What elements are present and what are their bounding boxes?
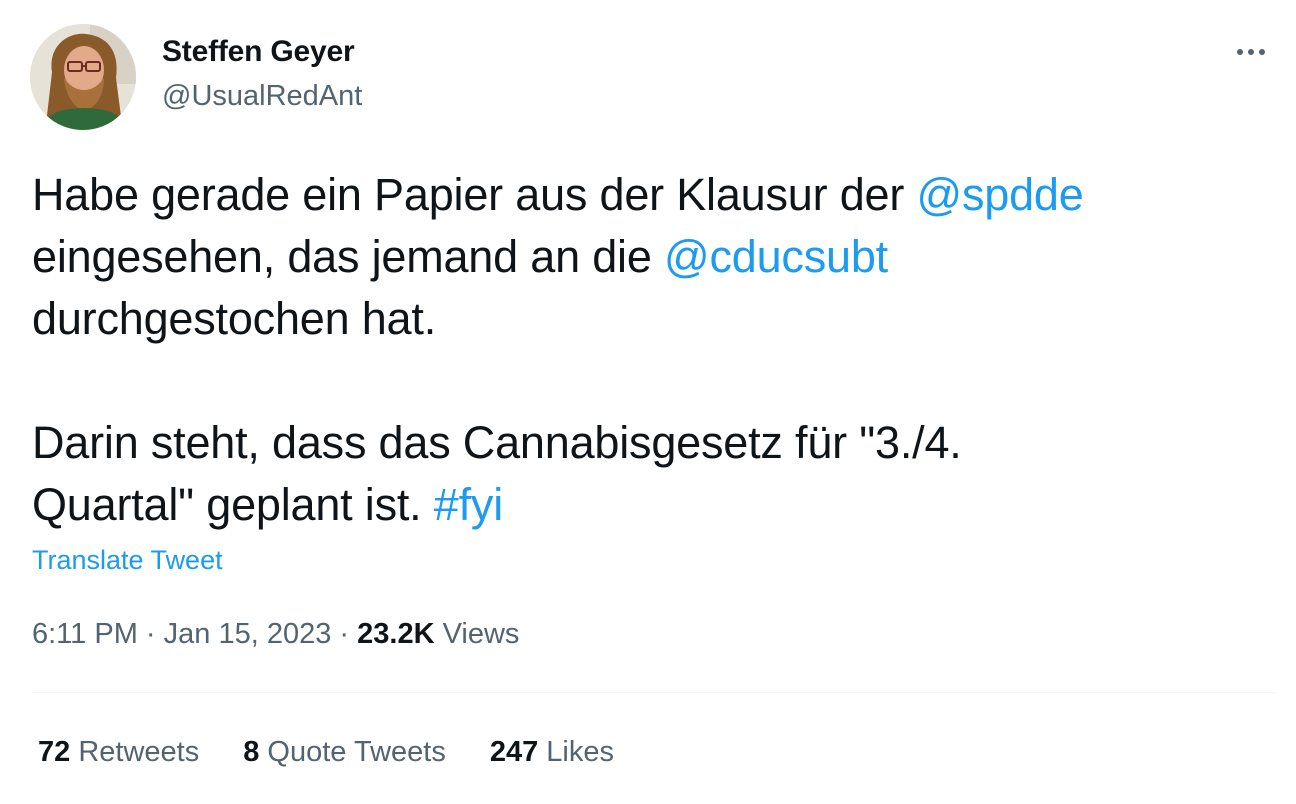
tweet-text-line: Darin steht, dass das Cannabisgesetz für…	[32, 417, 962, 468]
meta-separator: ·	[137, 618, 164, 650]
paragraph-break	[32, 350, 1262, 412]
tweet-date[interactable]: Jan 15, 2023	[164, 618, 332, 650]
author-display-name[interactable]: Steffen Geyer	[162, 32, 362, 72]
tweet-text: Habe gerade ein Papier aus der Klausur d…	[32, 164, 1262, 536]
views-count: 23.2K	[357, 618, 435, 650]
more-horizontal-icon-dot	[1248, 49, 1254, 55]
views-label: Views	[434, 618, 520, 650]
author-info: Steffen Geyer @UsualRedAnt	[162, 32, 362, 116]
quote-tweets-stat[interactable]: 8 Quote Tweets	[243, 732, 446, 772]
mention-link-spdde[interactable]: @spdde	[916, 169, 1083, 220]
tweet-card: Steffen Geyer @UsualRedAnt Habe gerade e…	[0, 0, 1296, 804]
likes-label: Likes	[538, 736, 614, 768]
likes-stat[interactable]: 247 Likes	[490, 732, 614, 772]
tweet-text-line: Habe gerade ein Papier aus der Klausur d…	[32, 164, 1262, 226]
quote-tweets-label: Quote Tweets	[259, 736, 446, 768]
author-handle[interactable]: @UsualRedAnt	[162, 76, 362, 116]
more-horizontal-icon	[1237, 49, 1243, 55]
retweets-stat[interactable]: 72 Retweets	[38, 732, 199, 772]
retweets-count: 72	[38, 736, 71, 768]
profile-photo	[30, 24, 136, 130]
quote-tweets-count: 8	[243, 736, 260, 768]
tweet-text-line: eingesehen, das jemand an die @cducsubt	[32, 226, 1262, 288]
engagement-stats: 72 Retweets 8 Quote Tweets 247 Likes	[38, 732, 614, 772]
tweet-text-line: Quartal" geplant ist. #fyi	[32, 474, 1262, 536]
retweets-label: Retweets	[70, 736, 200, 768]
tweet-text-segment: eingesehen, das jemand an die	[32, 231, 664, 282]
hashtag-link-fyi[interactable]: #fyi	[434, 479, 503, 530]
mention-link-cducsubt[interactable]: @cducsubt	[664, 231, 888, 282]
tweet-text-line: durchgestochen hat.	[32, 293, 436, 344]
avatar[interactable]	[30, 24, 136, 130]
likes-count: 247	[489, 736, 539, 768]
tweet-time[interactable]: 6:11 PM	[32, 618, 138, 650]
tweet-text-segment: Quartal" geplant ist.	[32, 479, 434, 530]
more-options-button[interactable]	[1228, 34, 1274, 70]
translate-tweet-link[interactable]: Translate Tweet	[32, 542, 223, 578]
tweet-text-segment: Habe gerade ein Papier aus der Klausur d…	[32, 169, 917, 220]
divider	[32, 692, 1276, 693]
meta-separator: ·	[331, 618, 358, 650]
more-horizontal-icon-dot	[1259, 49, 1265, 55]
tweet-meta: 6:11 PM · Jan 15, 2023 · 23.2K Views	[32, 614, 519, 654]
